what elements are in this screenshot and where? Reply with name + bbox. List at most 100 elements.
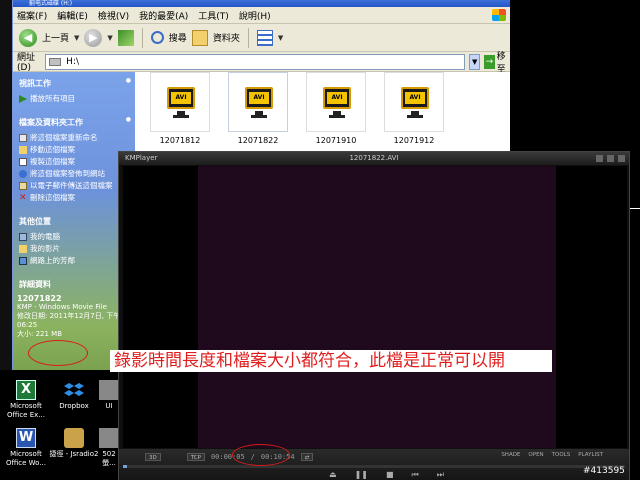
move-label: 移動這個檔案 <box>30 145 75 154</box>
explorer-menu-bar: 檔案(F) 編輯(E) 檢視(V) 我的最愛(A) 工具(T) 說明(H) <box>13 7 510 24</box>
menu-favorites[interactable]: 我的最愛(A) <box>139 9 188 22</box>
forward-arrow-icon[interactable]: ▶ <box>84 28 103 47</box>
file-item[interactable]: 12071912 <box>379 72 449 145</box>
tools-button[interactable]: TOOLS <box>552 452 571 458</box>
search-icon[interactable] <box>150 31 164 44</box>
close-icon[interactable] <box>618 155 625 162</box>
avi-file-icon <box>384 72 444 132</box>
my-computer-link[interactable]: 我的電腦 <box>17 231 131 243</box>
annotation-ellipse-size <box>28 340 88 366</box>
menu-tools[interactable]: 工具(T) <box>198 9 229 22</box>
seek-bar[interactable] <box>123 465 625 468</box>
kmplayer-file-title: 12071822.AVI <box>349 154 399 162</box>
eject-icon[interactable]: ⏏ <box>329 470 337 480</box>
network-places-link[interactable]: 網路上的芳鄰 <box>17 255 131 267</box>
my-videos-label: 我的影片 <box>30 244 60 253</box>
window-buttons <box>596 155 625 162</box>
views-dropdown-icon[interactable]: ▼ <box>278 34 283 42</box>
desktop-icon-dropbox[interactable]: Dropbox <box>48 380 100 411</box>
previous-icon[interactable]: ⏮ <box>412 470 419 480</box>
back-button[interactable]: 上一頁 <box>42 31 69 44</box>
stop-icon[interactable]: ■ <box>386 470 394 480</box>
seek-bar-fill <box>123 465 128 468</box>
minimize-icon[interactable] <box>596 155 603 162</box>
file-tasks-header[interactable]: 檔案及資料夾工作 <box>17 115 131 132</box>
rename-file-link[interactable]: 將這個檔案重新命名 <box>17 132 131 144</box>
playback-buttons: ⏏ ❚❚ ■ ⏮ ⏭ <box>329 470 444 480</box>
move-file-link[interactable]: 移動這個檔案 <box>17 144 131 156</box>
video-tasks-header[interactable]: 視訊工作 <box>17 76 131 93</box>
address-dropdown-icon[interactable]: ▼ <box>469 53 481 70</box>
other-places-header[interactable]: 其他位置 <box>17 214 131 231</box>
globe-icon <box>19 170 27 178</box>
open-button[interactable]: OPEN <box>528 452 543 458</box>
menu-edit[interactable]: 編輯(E) <box>57 9 88 22</box>
desktop-icon-word[interactable]: W Microsoft Office Wo... <box>0 428 52 468</box>
forward-dropdown-icon[interactable]: ▼ <box>107 34 112 42</box>
videos-folder-icon <box>19 245 27 253</box>
go-button[interactable]: → 移至 <box>484 49 510 75</box>
3d-chip[interactable]: 3D <box>145 453 161 461</box>
back-dropdown-icon[interactable]: ▼ <box>74 34 79 42</box>
menu-help[interactable]: 說明(H) <box>239 9 271 22</box>
video-frame <box>198 166 556 448</box>
menu-view[interactable]: 檢視(V) <box>98 9 129 22</box>
drive-icon <box>49 57 62 66</box>
word-icon: W <box>16 428 36 448</box>
maximize-icon[interactable] <box>607 155 614 162</box>
detail-file-type: KMP - Windows Movie File <box>17 303 107 311</box>
annotation-caption: 錄影時間長度和檔案大小都符合，此檔是正常可以開 <box>110 350 552 372</box>
publish-label: 將這個檔案發佈到網站 <box>30 169 105 178</box>
other-places-panel: 其他位置 我的電腦 我的影片 網路上的芳鄰 <box>17 214 131 267</box>
go-arrow-icon: → <box>484 54 495 69</box>
playlist-button[interactable]: PLAYLIST <box>578 452 603 458</box>
shade-button[interactable]: SHADE <box>501 452 520 458</box>
avi-file-icon <box>228 72 288 132</box>
copy-label: 複製這個檔案 <box>30 157 75 166</box>
menu-file[interactable]: 檔案(F) <box>17 9 47 22</box>
pause-icon[interactable]: ❚❚ <box>355 470 368 480</box>
publish-file-link[interactable]: 將這個檔案發佈到網站 <box>17 168 131 180</box>
folders-icon[interactable] <box>191 29 208 46</box>
back-arrow-icon[interactable]: ◀ <box>19 28 37 47</box>
network-icon <box>19 257 27 265</box>
folders-button[interactable]: 資料夾 <box>213 31 240 44</box>
file-item-selected[interactable]: 12071822 <box>223 72 293 145</box>
kmplayer-title-bar[interactable]: KMPlayer 12071822.AVI <box>119 152 629 165</box>
envelope-icon <box>19 182 27 190</box>
video-area[interactable] <box>123 166 627 448</box>
my-videos-link[interactable]: 我的影片 <box>17 243 131 255</box>
play-icon <box>19 95 27 103</box>
search-button[interactable]: 搜尋 <box>169 31 187 44</box>
document-icon <box>99 428 119 448</box>
control-bar: 3D TCP 00:00:05 / 00:10:54 ⇄ SHADE OPEN … <box>119 449 629 480</box>
desktop-icon-jsradio[interactable]: 捷徑 - Jsradio2 <box>48 428 100 459</box>
details-header[interactable]: 詳細資料 <box>17 277 131 294</box>
tcp-chip[interactable]: TCP <box>186 453 205 461</box>
file-item[interactable]: 12071910 <box>301 72 371 145</box>
desktop-icon-excel[interactable]: X Microsoft Office Ex... <box>0 380 52 420</box>
excel-icon: X <box>16 380 36 400</box>
toolbar-separator <box>247 27 249 48</box>
windows-logo-icon <box>492 9 506 21</box>
up-folder-icon[interactable] <box>117 29 134 46</box>
window-edge-line <box>630 208 640 209</box>
explorer-title-bar[interactable]: 蓟电式磁碟 (H:) <box>13 0 510 7</box>
delete-file-link[interactable]: ✕ 刪除這個檔案 <box>17 192 131 204</box>
kmplayer-window: KMPlayer 12071822.AVI 3D TCP 00:00:05 / … <box>118 151 630 480</box>
copy-file-link[interactable]: 複製這個檔案 <box>17 156 131 168</box>
dropbox-icon <box>64 380 84 400</box>
address-input[interactable]: H:\ <box>45 53 466 70</box>
desktop-icon-label: 502螢... <box>102 450 116 467</box>
next-icon[interactable]: ⏭ <box>437 470 444 480</box>
go-label: 移至 <box>496 51 506 75</box>
file-name: 12071910 <box>315 136 357 145</box>
toolbar-separator <box>141 27 143 48</box>
file-item[interactable]: 12071812 <box>145 72 215 145</box>
play-all-link[interactable]: 播放所有項目 <box>17 93 131 105</box>
move-icon <box>19 146 27 154</box>
time-mode-icon[interactable]: ⇄ <box>300 453 314 461</box>
email-file-link[interactable]: 以電子郵件傳送這個檔案 <box>17 180 131 192</box>
annotation-ellipse-duration <box>232 444 290 466</box>
views-icon[interactable] <box>256 29 273 46</box>
